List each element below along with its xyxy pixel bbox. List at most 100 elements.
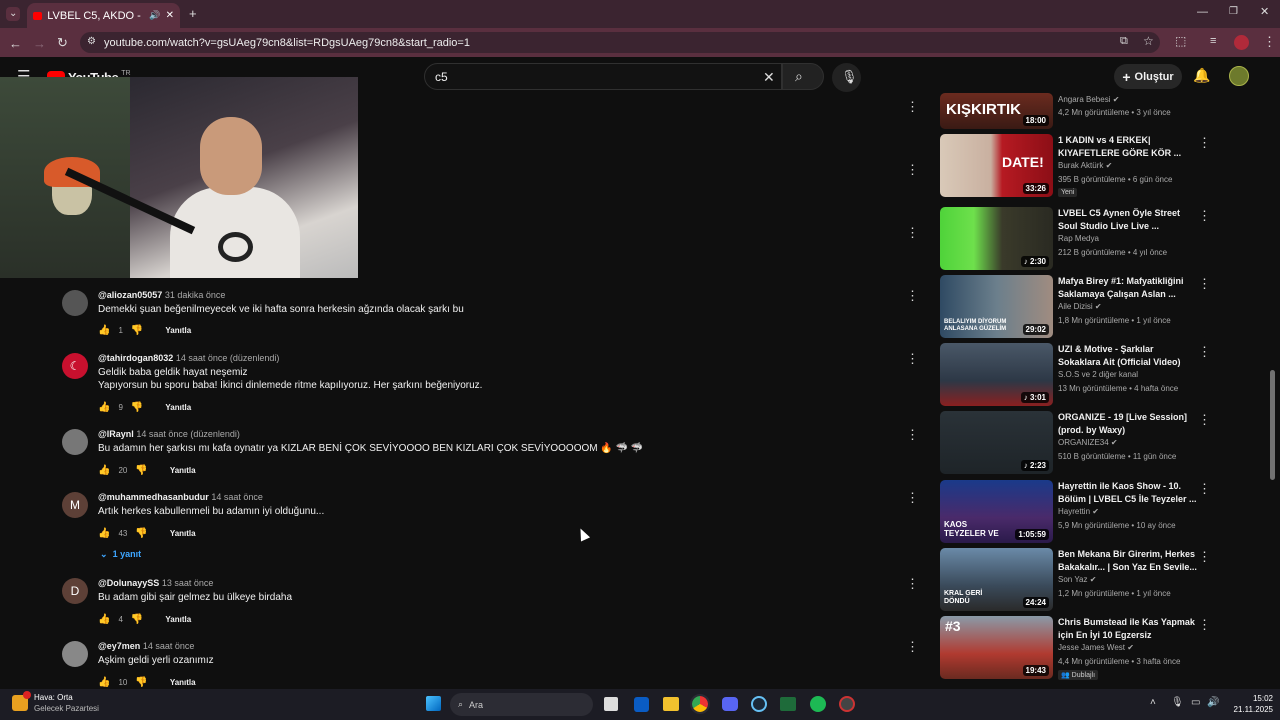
- comment-time[interactable]: 14 saat önce: [211, 492, 263, 502]
- dislike-icon[interactable]: 👎: [135, 677, 147, 688]
- tab-audio-icon[interactable]: 🔊: [149, 10, 160, 21]
- video-title[interactable]: Chris Bumstead ile Kas Yapmak için En İy…: [1058, 616, 1198, 642]
- clock[interactable]: 15:02 21.11.2025: [1225, 693, 1273, 715]
- tab-close-icon[interactable]: ✕: [166, 10, 174, 21]
- video-title[interactable]: Mafya Birey #1: Mafyatikliğini Saklamaya…: [1058, 275, 1198, 301]
- site-info-icon[interactable]: ⚙: [87, 37, 96, 47]
- video-menu-icon[interactable]: ⋮: [1198, 412, 1211, 428]
- account-avatar[interactable]: [1229, 66, 1249, 86]
- terminal-icon[interactable]: [780, 697, 796, 711]
- window-close-icon[interactable]: ✕: [1260, 7, 1269, 18]
- bookmark-star-icon[interactable]: ☆: [1143, 35, 1154, 47]
- steam-icon[interactable]: [751, 696, 767, 712]
- reply-button[interactable]: Yanıtla: [170, 466, 196, 475]
- dislike-icon[interactable]: 👎: [131, 402, 143, 413]
- video-menu-icon[interactable]: ⋮: [1198, 208, 1211, 224]
- comment-author[interactable]: @aliozan05057: [98, 290, 162, 300]
- dislike-icon[interactable]: 👎: [131, 325, 143, 336]
- profile-avatar[interactable]: [1234, 35, 1249, 50]
- comment-menu-icon[interactable]: ⋮: [906, 162, 919, 178]
- tray-volume-icon[interactable]: 🔊: [1207, 698, 1219, 708]
- like-icon[interactable]: 👍: [98, 614, 110, 625]
- task-view-icon[interactable]: [604, 697, 618, 711]
- chrome-icon[interactable]: [690, 694, 710, 714]
- recommended-video[interactable]: #3 19:43 Chris Bumstead ile Kas Yapmak i…: [940, 616, 1220, 682]
- like-icon[interactable]: 👍: [98, 402, 110, 413]
- tray-chevron-icon[interactable]: ˄: [1150, 698, 1156, 708]
- video-title[interactable]: UZI & Motive - Şarkılar Sokaklara Ait (O…: [1058, 343, 1198, 369]
- voice-search-button[interactable]: 🎙: [832, 63, 861, 92]
- video-title[interactable]: ORGANIZE - 19 [Live Session] (prod. by W…: [1058, 411, 1198, 437]
- channel-name[interactable]: ORGANIZE34 ✔: [1058, 438, 1118, 447]
- comment-author[interactable]: @DolunayySS: [98, 578, 159, 588]
- video-menu-icon[interactable]: ⋮: [1198, 481, 1211, 497]
- discord-icon[interactable]: [722, 697, 738, 711]
- video-thumbnail[interactable]: #3 19:43: [940, 616, 1053, 679]
- taskbar-search[interactable]: ⌕ Ara: [450, 693, 593, 716]
- comment-author[interactable]: @ey7men: [98, 641, 140, 651]
- comment-avatar[interactable]: M: [62, 492, 88, 518]
- comment-avatar[interactable]: [62, 429, 88, 455]
- video-title[interactable]: Ben Mekana Bir Girerim, Herkes Bakakalır…: [1058, 548, 1198, 574]
- extensions-icon[interactable]: ⬚: [1175, 35, 1186, 47]
- comment-time[interactable]: 14 saat önce (düzenlendi): [176, 353, 280, 363]
- recommended-video[interactable]: KRAL GERİ DÖNDÜ 24:24 Ben Mekana Bir Gir…: [940, 548, 1220, 614]
- comment-menu-icon[interactable]: ⋮: [906, 99, 919, 115]
- store-icon[interactable]: [634, 697, 649, 712]
- like-icon[interactable]: 👍: [98, 325, 110, 336]
- video-menu-icon[interactable]: ⋮: [1198, 617, 1211, 633]
- comment-menu-icon[interactable]: ⋮: [906, 490, 919, 506]
- recommended-video[interactable]: ♪ 2:23 ORGANIZE - 19 [Live Session] (pro…: [940, 411, 1220, 477]
- video-thumbnail[interactable]: DATE! 33:26: [940, 134, 1053, 197]
- spotify-icon[interactable]: [810, 696, 826, 712]
- comment-avatar[interactable]: D: [62, 578, 88, 604]
- browser-menu-icon[interactable]: ⋮: [1263, 35, 1276, 48]
- like-icon[interactable]: 👍: [98, 465, 110, 476]
- video-menu-icon[interactable]: ⋮: [1198, 549, 1211, 565]
- comment-menu-icon[interactable]: ⋮: [906, 639, 919, 655]
- weather-widget[interactable]: Hava: Orta Gelecek Pazartesi: [12, 691, 99, 714]
- video-menu-icon[interactable]: ⋮: [1198, 276, 1211, 292]
- reply-button[interactable]: Yanıtla: [165, 615, 191, 624]
- clear-search-icon[interactable]: ✕: [763, 70, 775, 84]
- video-thumbnail[interactable]: ♪ 3:01: [940, 343, 1053, 406]
- back-icon[interactable]: ←: [9, 37, 22, 50]
- comment-menu-icon[interactable]: ⋮: [906, 225, 919, 241]
- channel-name[interactable]: Rap Medya: [1058, 234, 1099, 243]
- start-button[interactable]: [426, 696, 441, 711]
- channel-name[interactable]: Angara Bebesi ✔: [1058, 95, 1119, 104]
- tray-mic-icon[interactable]: 🎙: [1171, 698, 1184, 708]
- minimize-icon[interactable]: —: [1197, 7, 1208, 18]
- comment-menu-icon[interactable]: ⋮: [906, 351, 919, 367]
- video-thumbnail[interactable]: ♪ 2:23: [940, 411, 1053, 474]
- restore-icon[interactable]: ❐: [1229, 7, 1238, 17]
- comment-menu-icon[interactable]: ⋮: [906, 427, 919, 443]
- comment-time[interactable]: 14 saat önce: [143, 641, 195, 651]
- notifications-bell-icon[interactable]: 🔔: [1193, 68, 1210, 82]
- create-button[interactable]: + Oluştur: [1114, 64, 1182, 89]
- video-menu-icon[interactable]: ⋮: [1198, 344, 1211, 360]
- dislike-icon[interactable]: 👎: [131, 614, 143, 625]
- tab-list-icon[interactable]: ⌄: [6, 7, 21, 21]
- like-icon[interactable]: 👍: [98, 677, 110, 688]
- reply-button[interactable]: Yanıtla: [165, 326, 191, 335]
- media-controls-icon[interactable]: ≡: [1210, 36, 1216, 47]
- address-bar[interactable]: ⚙ youtube.com/watch?v=gsUAeg79cn8&list=R…: [80, 32, 1160, 53]
- channel-name[interactable]: Hayrettin ✔: [1058, 507, 1099, 516]
- video-thumbnail[interactable]: ♪ 2:30: [940, 207, 1053, 270]
- recommended-video[interactable]: KAOS TEYZELER VE 1:05:59 Hayrettin ile K…: [940, 480, 1220, 546]
- comment-author[interactable]: @tahirdogan8032: [98, 353, 173, 363]
- install-app-icon[interactable]: ⧉: [1120, 36, 1128, 47]
- dislike-icon[interactable]: 👎: [135, 528, 147, 539]
- reload-icon[interactable]: ↻: [57, 36, 68, 49]
- video-title[interactable]: 1 KADIN vs 4 ERKEK| KIYAFETLERE GÖRE KÖR…: [1058, 134, 1198, 160]
- comment-time[interactable]: 31 dakika önce: [165, 290, 226, 300]
- channel-name[interactable]: S.O.S ve 2 diğer kanal: [1058, 370, 1138, 379]
- video-player[interactable]: [0, 77, 358, 278]
- recommended-video[interactable]: BELALIYIM DİYORUM ANLASANA GÜZELİM 29:02…: [940, 275, 1220, 341]
- video-thumbnail[interactable]: BELALIYIM DİYORUM ANLASANA GÜZELİM 29:02: [940, 275, 1053, 338]
- reply-button[interactable]: Yanıtla: [165, 403, 191, 412]
- new-tab-icon[interactable]: +: [189, 7, 197, 20]
- dislike-icon[interactable]: 👎: [135, 465, 147, 476]
- channel-name[interactable]: Son Yaz ✔: [1058, 575, 1096, 584]
